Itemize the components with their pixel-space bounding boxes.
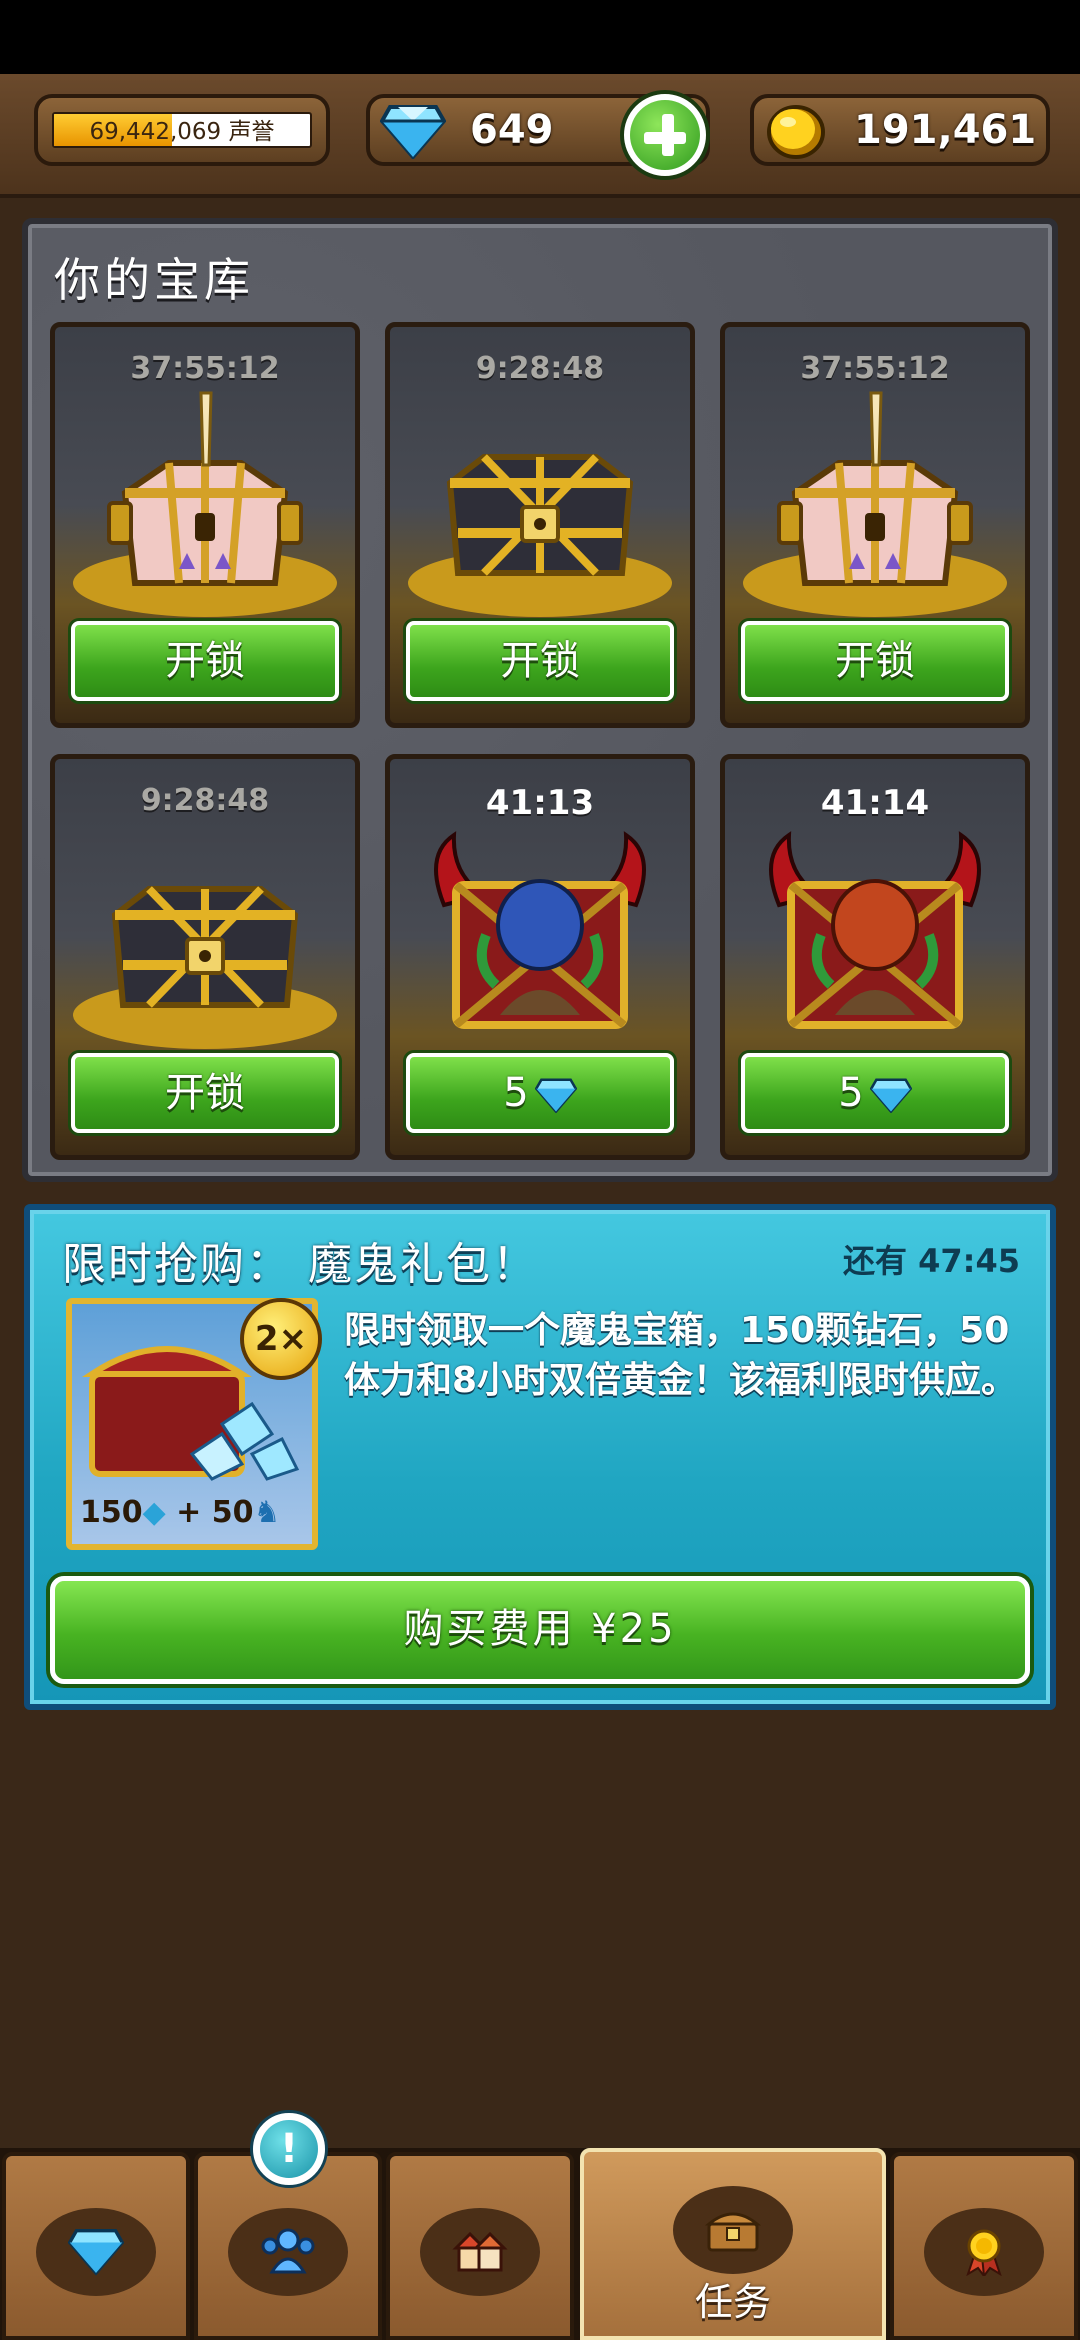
tab-quests[interactable]: 任务 xyxy=(580,2148,886,2340)
tab-achievements[interactable] xyxy=(890,2152,1078,2340)
buy-offer-button[interactable]: 购买费用 ¥25 xyxy=(50,1576,1030,1684)
medal-icon xyxy=(966,2229,1002,2276)
diamond-icon xyxy=(869,1078,912,1113)
speedup-cost: 5 xyxy=(503,1070,529,1116)
chest-icon xyxy=(705,2212,761,2252)
chest-timer: 9:28:48 xyxy=(475,351,605,386)
diamond-icon xyxy=(534,1078,577,1113)
unlock-button[interactable]: 开锁 xyxy=(71,621,339,701)
unicorn-chest-icon xyxy=(73,391,337,617)
plus-icon xyxy=(630,100,700,170)
chest-card[interactable]: 41:13 5 xyxy=(385,754,695,1160)
speedup-button[interactable]: 5 xyxy=(406,1053,674,1133)
reputation-value: 69,442,069 xyxy=(89,119,222,145)
top-resource-bar: 69,442,069 声誉 649 191,461 xyxy=(0,74,1080,198)
reputation-meter[interactable]: 69,442,069 声誉 xyxy=(34,94,330,166)
offer-contents: 150◆ + 50♞ xyxy=(80,1492,304,1534)
tab-label: 任务 xyxy=(694,2280,771,2324)
offer-description: 限时领取一个魔鬼宝箱，150颗钻石，50体力和8小时双倍黄金！该福利限时供应。 xyxy=(344,1310,1018,1401)
offer-timer: 还有 47:45 xyxy=(842,1242,1020,1280)
gold-coin-icon xyxy=(767,105,825,159)
alert-icon: ! xyxy=(260,2120,318,2178)
offer-title: 限时抢购： 魔鬼礼包！ xyxy=(62,1239,538,1290)
status-bar xyxy=(0,0,1080,74)
gem-count: 649 xyxy=(470,107,554,153)
limited-offer-panel: 限时抢购： 魔鬼礼包！ 还有 47:45 2× 150◆ + 50♞ 限时领取一… xyxy=(24,1204,1056,1710)
reputation-progress-bar: 69,442,069 声誉 xyxy=(52,112,312,148)
chest-timer: 9:28:48 xyxy=(140,783,270,818)
people-icon xyxy=(261,2228,315,2274)
contents-plus: + xyxy=(176,1495,202,1530)
bottom-nav: 任务 xyxy=(0,2148,1080,2340)
gold-counter[interactable]: 191,461 xyxy=(750,94,1050,166)
speedup-button[interactable]: 5 xyxy=(741,1053,1009,1133)
houses-icon xyxy=(452,2231,508,2272)
gold-count: 191,461 xyxy=(854,107,1037,153)
chest-timer: 37:55:12 xyxy=(130,351,280,386)
unlock-button[interactable]: 开锁 xyxy=(71,1053,339,1133)
chest-card[interactable]: 41:14 5 xyxy=(720,754,1030,1160)
offer-bundle-image: 2× 150◆ + 50♞ xyxy=(66,1298,322,1550)
gold-chest-icon xyxy=(73,886,337,1049)
chest-card[interactable]: 37:55:12 开锁 xyxy=(50,322,360,728)
tab-shop[interactable] xyxy=(2,2152,190,2340)
demon-chest-blue-icon xyxy=(434,831,646,1029)
unicorn-icon: ♞ xyxy=(253,1495,281,1530)
chest-card[interactable]: 37:55:12 开锁 xyxy=(720,322,1030,728)
chest-card[interactable]: 9:28:48 开锁 xyxy=(385,322,695,728)
contents-gems: 150 xyxy=(80,1495,143,1530)
unlock-button[interactable]: 开锁 xyxy=(741,621,1009,701)
notification-badge: ! xyxy=(250,2110,328,2188)
contents-stamina: 50 xyxy=(211,1495,254,1530)
tab-town[interactable] xyxy=(386,2152,574,2340)
double-gold-badge: 2× xyxy=(240,1298,322,1380)
demon-chest-red-icon xyxy=(769,831,981,1029)
vault-panel: 你的宝库 37:55:12 开锁 9:28:48 开锁 37:55:12 开锁 … xyxy=(22,218,1058,1182)
chest-timer: 37:55:12 xyxy=(800,351,950,386)
diamond-icon xyxy=(380,105,446,159)
diamond-icon xyxy=(68,2228,124,2276)
speedup-cost: 5 xyxy=(838,1070,864,1116)
unicorn-chest-icon xyxy=(743,391,1007,617)
reputation-label: 声誉 xyxy=(228,119,275,145)
vault-title: 你的宝库 xyxy=(54,253,254,307)
gold-chest-icon xyxy=(408,454,672,617)
add-gems-button[interactable] xyxy=(620,90,710,180)
chest-card[interactable]: 9:28:48 开锁 xyxy=(50,754,360,1160)
unlock-button[interactable]: 开锁 xyxy=(406,621,674,701)
diamond-icon: ◆ xyxy=(142,1495,166,1530)
